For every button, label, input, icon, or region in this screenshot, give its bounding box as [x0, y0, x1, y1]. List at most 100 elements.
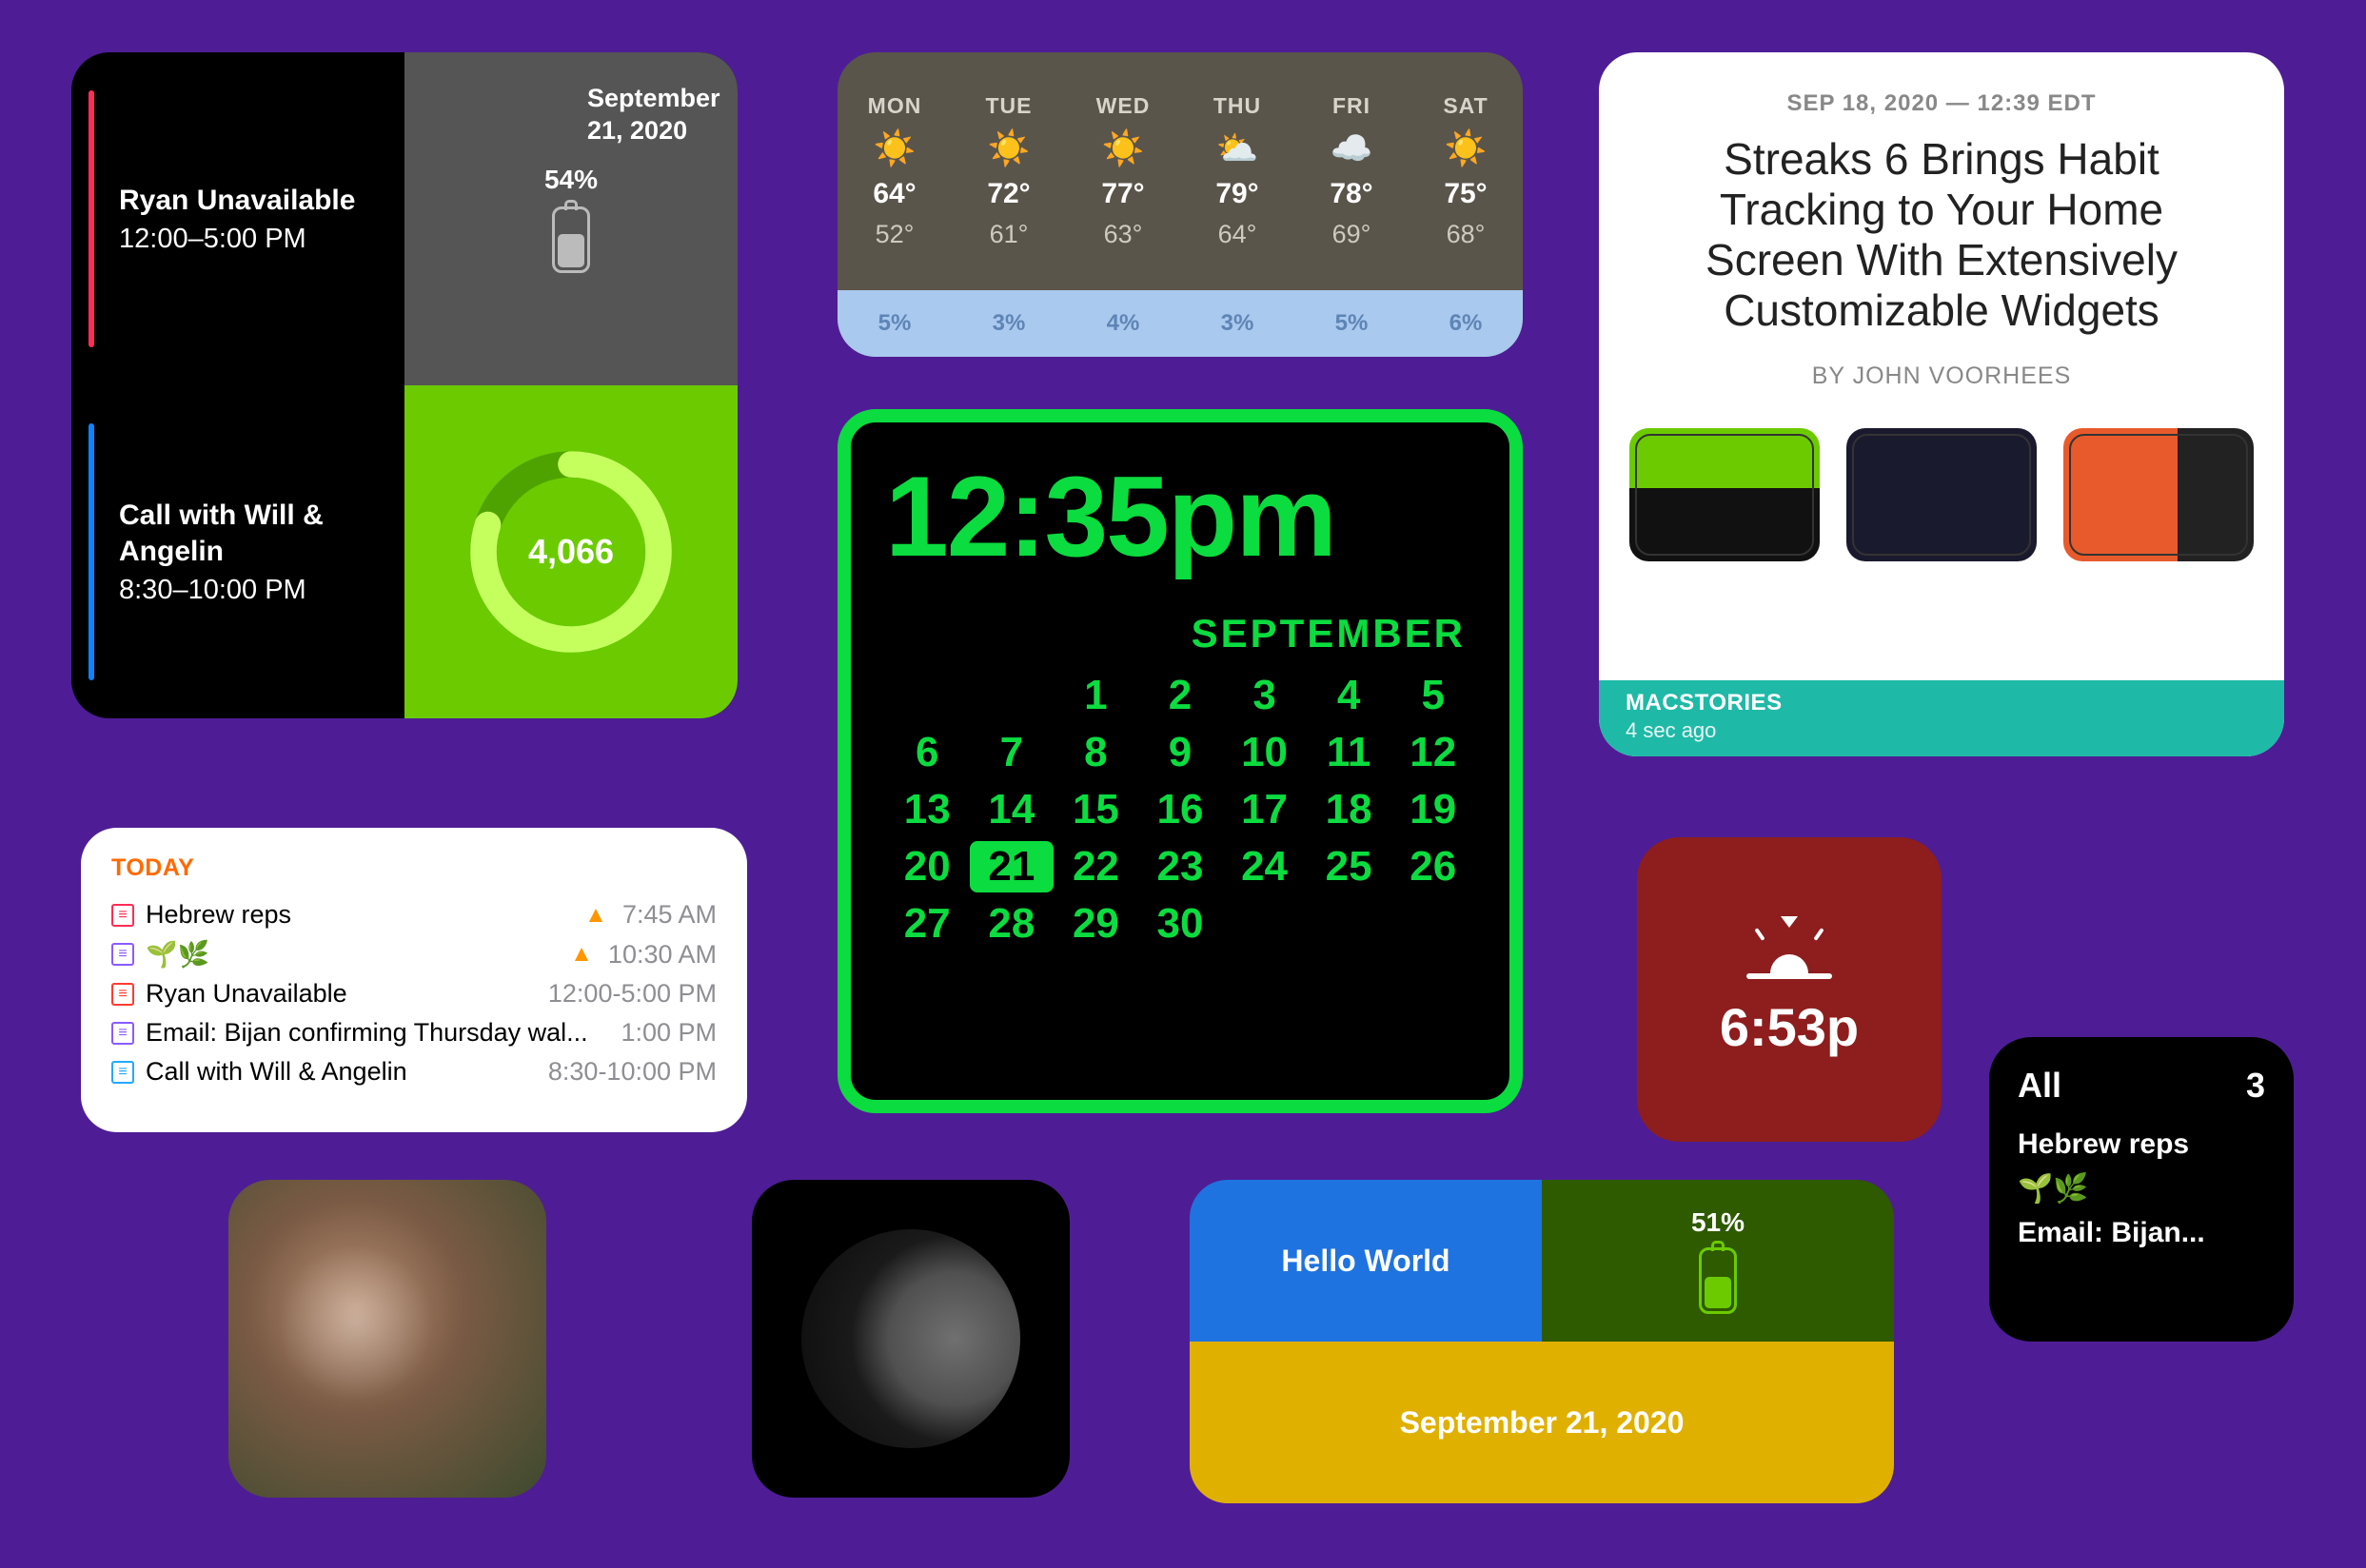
calendar-day[interactable]: 27 — [885, 898, 970, 950]
list-bullet-icon: ≡ — [111, 904, 134, 927]
agenda-item[interactable]: ≡ Ryan Unavailable 12:00-5:00 PM — [111, 974, 717, 1013]
agenda-item[interactable]: ≡ Email: Bijan confirming Thursday wal..… — [111, 1013, 717, 1052]
calendar-day[interactable]: 19 — [1390, 784, 1475, 835]
precip-chance: 3% — [952, 290, 1066, 357]
article-byline: BY JOHN VOORHEES — [1656, 363, 2227, 390]
agenda-title: Email: Bijan confirming Thursday wal... — [146, 1018, 609, 1048]
moon-phase-widget[interactable] — [752, 1180, 1070, 1498]
forecast-day[interactable]: WED ☀️ 77° 63° — [1066, 52, 1180, 290]
thumbnail-icon — [1629, 428, 1820, 561]
calendar-day[interactable]: 24 — [1222, 841, 1307, 892]
news-article-widget[interactable]: SEP 18, 2020 — 12:39 EDT Streaks 6 Bring… — [1599, 52, 2284, 756]
clock-time: 12:35pm — [885, 451, 1475, 582]
calendar-day[interactable]: 6 — [885, 727, 970, 778]
forecast-day[interactable]: FRI ☁️ 78° 69° — [1294, 52, 1409, 290]
calendar-day[interactable]: 20 — [885, 841, 970, 892]
calendar-day[interactable]: 30 — [1138, 898, 1223, 950]
low-temp: 61° — [990, 220, 1029, 249]
calendar-day[interactable]: 18 — [1307, 784, 1391, 835]
tasks-header-row: All 3 — [2018, 1066, 2265, 1106]
list-bullet-icon: ≡ — [111, 1061, 134, 1084]
hydration-date-cell[interactable]: September 21, 2020 54% — [404, 52, 738, 385]
list-bullet-icon: ≡ — [111, 983, 134, 1006]
bottle-icon — [1699, 1247, 1737, 1314]
agenda-time: 10:30 AM — [608, 940, 717, 970]
precipitation-row: 5%3%4%3%5%6% — [838, 290, 1523, 357]
agenda-item[interactable]: ≡ Call with Will & Angelin 8:30-10:00 PM — [111, 1052, 717, 1091]
calendar-day[interactable]: 5 — [1390, 670, 1475, 721]
calendar-day[interactable]: 22 — [1054, 841, 1138, 892]
forecast-day[interactable]: THU ⛅ 79° 64° — [1180, 52, 1294, 290]
calendar-day[interactable]: 1 — [1054, 670, 1138, 721]
task-item[interactable]: Hebrew reps — [2018, 1123, 2265, 1166]
calendar-day[interactable]: 28 — [970, 898, 1055, 950]
task-item[interactable]: Email: Bijan... — [2018, 1211, 2265, 1255]
calendar-day[interactable]: 14 — [970, 784, 1055, 835]
calendar-day[interactable]: 4 — [1307, 670, 1391, 721]
event-2[interactable]: Call with Will & Angelin 8:30–10:00 PM — [71, 385, 404, 718]
calendar-day[interactable]: 17 — [1222, 784, 1307, 835]
day-name: SAT — [1443, 93, 1488, 119]
hello-world-widget[interactable]: Hello World 51% September 21, 2020 — [1190, 1180, 1894, 1503]
calendar-day[interactable]: 26 — [1390, 841, 1475, 892]
weather-icon: ⛅ — [1216, 128, 1259, 168]
high-temp: 79° — [1215, 178, 1258, 210]
tasks-count: 3 — [2246, 1066, 2265, 1106]
forecast-day[interactable]: MON ☀️ 64° 52° — [838, 52, 952, 290]
precip-chance: 5% — [1294, 290, 1409, 357]
activity-ring-cell[interactable]: 4,066 — [404, 385, 738, 718]
forecast-day[interactable]: SAT ☀️ 75° 68° — [1409, 52, 1523, 290]
event-1-time: 12:00–5:00 PM — [119, 224, 376, 255]
sunset-widget[interactable]: 6:53p — [1637, 837, 1942, 1142]
weather-icon: ☀️ — [988, 128, 1031, 168]
calendar-day[interactable]: 10 — [1222, 727, 1307, 778]
precip-chance: 3% — [1180, 290, 1294, 357]
event-2-title: Call with Will & Angelin — [119, 498, 376, 569]
sunset-icon — [1746, 922, 1832, 979]
event-1[interactable]: Ryan Unavailable 12:00–5:00 PM — [71, 52, 404, 385]
moon-icon — [801, 1229, 1020, 1448]
calendar-day[interactable]: 15 — [1054, 784, 1138, 835]
day-name: THU — [1213, 93, 1261, 119]
weather-icon: ☀️ — [1445, 128, 1488, 168]
calendar-day[interactable]: 16 — [1138, 784, 1223, 835]
calendar-day[interactable]: 11 — [1307, 727, 1391, 778]
agenda-item[interactable]: ≡ Hebrew reps ▲ 7:45 AM — [111, 895, 717, 934]
agenda-time: 8:30-10:00 PM — [548, 1057, 717, 1087]
precip-chance: 6% — [1409, 290, 1523, 357]
calendar-month: SEPTEMBER — [885, 611, 1466, 657]
calendar-health-widget[interactable]: Ryan Unavailable 12:00–5:00 PM September… — [71, 52, 738, 718]
tasks-mini-widget[interactable]: All 3 Hebrew reps🌱🌿Email: Bijan... — [1989, 1037, 2294, 1342]
clock-calendar-widget[interactable]: 12:35pm SEPTEMBER 1234567891011121314151… — [838, 409, 1523, 1113]
photo-widget[interactable] — [228, 1180, 546, 1498]
calendar-day[interactable]: 12 — [1390, 727, 1475, 778]
calendar-day[interactable]: 7 — [970, 727, 1055, 778]
calendar-day[interactable]: 9 — [1138, 727, 1223, 778]
task-item[interactable]: 🌱🌿 — [2018, 1166, 2265, 1211]
calendar-day[interactable]: 2 — [1138, 670, 1223, 721]
tasks-list: Hebrew reps🌱🌿Email: Bijan... — [2018, 1123, 2265, 1255]
weather-icon: ☀️ — [1102, 128, 1145, 168]
agenda-item[interactable]: ≡ 🌱🌿 ▲ 10:30 AM — [111, 934, 717, 974]
agenda-title: Ryan Unavailable — [146, 979, 537, 1009]
step-count: 4,066 — [528, 532, 614, 572]
weather-forecast-widget[interactable]: MON ☀️ 64° 52° TUE ☀️ 72° 61° WED ☀️ 77°… — [838, 52, 1523, 357]
day-name: MON — [868, 93, 922, 119]
sunset-time: 6:53p — [1720, 996, 1859, 1058]
calendar-day[interactable]: 13 — [885, 784, 970, 835]
calendar-blank — [885, 670, 970, 721]
calendar-day[interactable]: 3 — [1222, 670, 1307, 721]
precip-chance: 5% — [838, 290, 952, 357]
list-bullet-icon: ≡ — [111, 1022, 134, 1045]
calendar-day[interactable]: 23 — [1138, 841, 1223, 892]
battery-date: September 21, 2020 — [587, 83, 711, 147]
calendar-day[interactable]: 21 — [970, 841, 1055, 892]
high-temp: 72° — [987, 178, 1030, 210]
high-temp: 77° — [1101, 178, 1144, 210]
today-agenda-widget[interactable]: TODAY ≡ Hebrew reps ▲ 7:45 AM ≡ 🌱🌿 ▲ 10:… — [81, 828, 747, 1132]
low-temp: 68° — [1447, 220, 1486, 249]
calendar-day[interactable]: 25 — [1307, 841, 1391, 892]
forecast-day[interactable]: TUE ☀️ 72° 61° — [952, 52, 1066, 290]
calendar-day[interactable]: 29 — [1054, 898, 1138, 950]
calendar-day[interactable]: 8 — [1054, 727, 1138, 778]
